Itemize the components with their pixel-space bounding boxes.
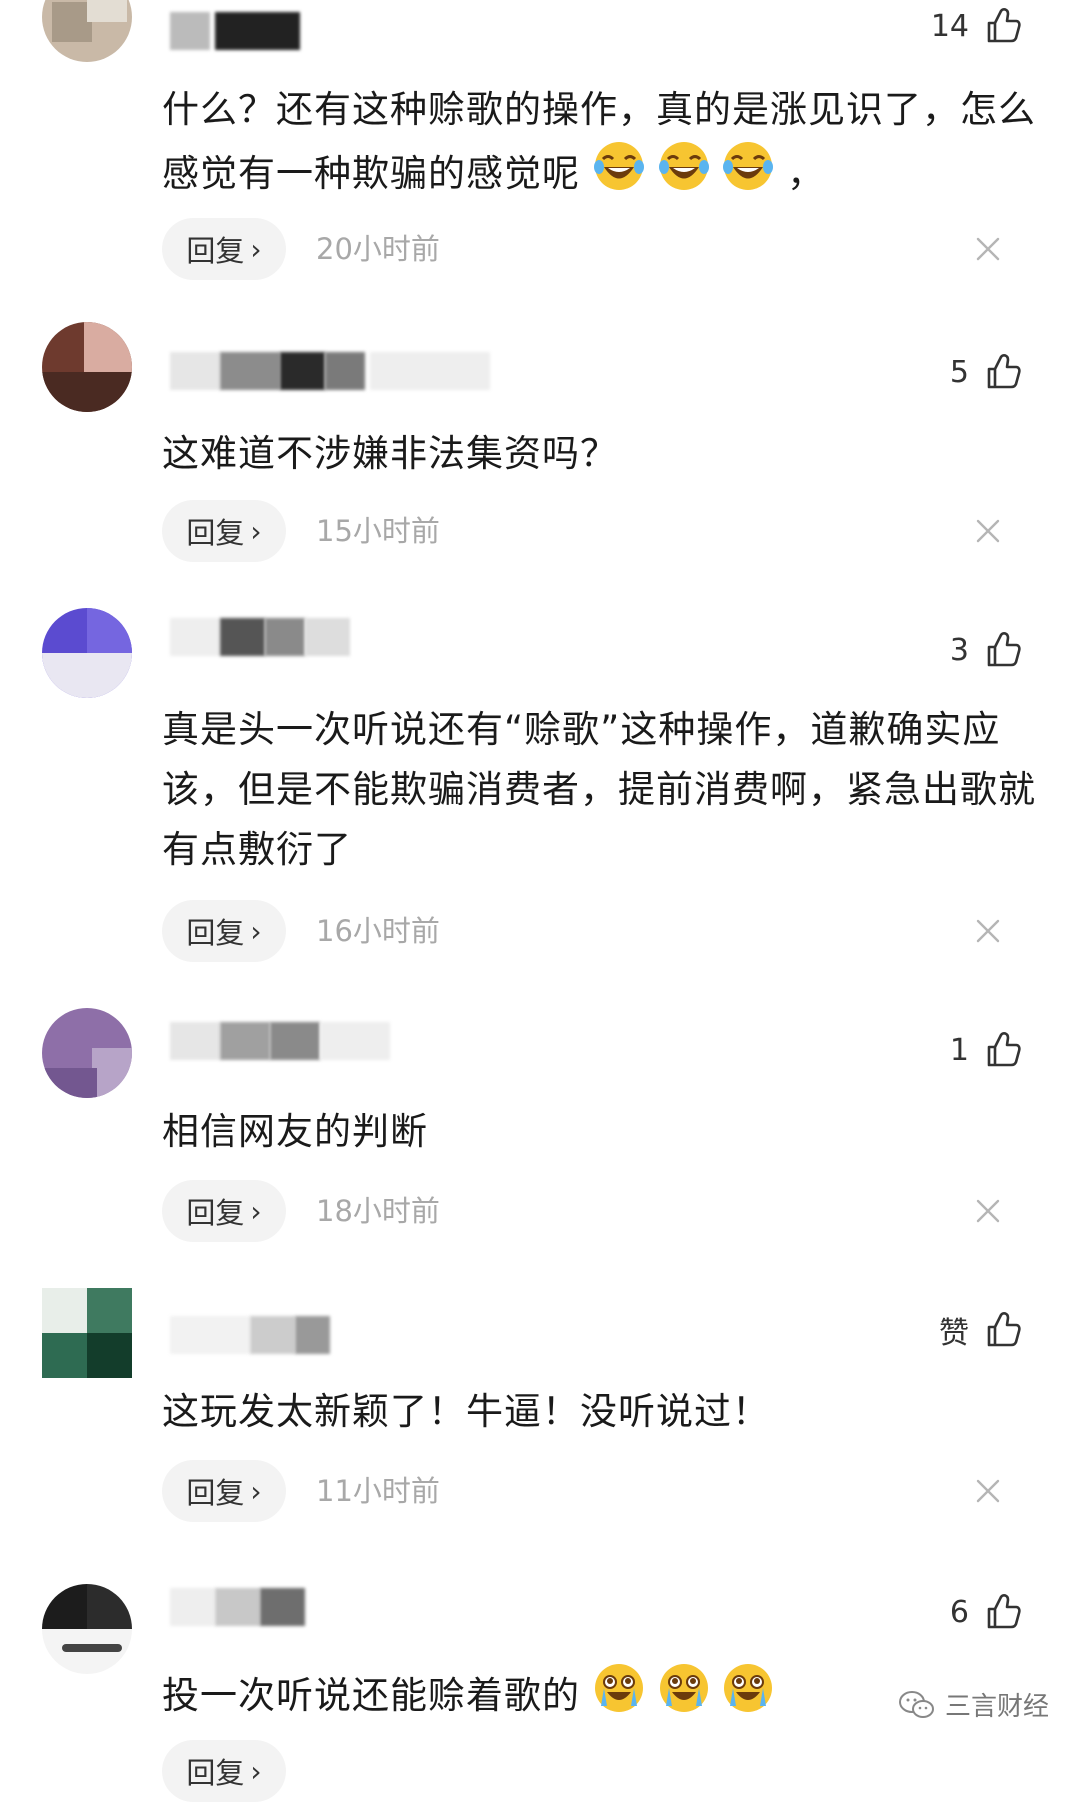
like-count: 5 (949, 354, 969, 390)
thumbs-up-icon (983, 1310, 1023, 1350)
close-icon[interactable] (975, 518, 1001, 544)
username-redacted (170, 1316, 350, 1354)
timestamp: 16小时前 (316, 914, 440, 948)
laugh-cry-emoji-icon (722, 140, 774, 192)
chevron-right-icon: › (250, 1194, 262, 1228)
reply-button[interactable]: 回复 › (162, 1180, 286, 1242)
username-redacted (170, 1022, 390, 1060)
comment-text: 什么？还有这种赊歌的操作，真的是涨见识了，怎么感觉有一种欺骗的感觉呢 ， (162, 88, 1036, 195)
like-button[interactable]: 6 (950, 1590, 1023, 1634)
chevron-right-icon: › (250, 1474, 262, 1508)
close-icon[interactable] (975, 1198, 1001, 1224)
timestamp: 18小时前 (316, 1194, 440, 1228)
crying-emoji-icon (658, 1662, 710, 1714)
chevron-right-icon: › (250, 514, 262, 548)
like-count: 3 (949, 632, 969, 668)
close-icon[interactable] (975, 1478, 1001, 1504)
laugh-cry-emoji-icon (658, 140, 710, 192)
timestamp: 20小时前 (316, 232, 440, 266)
comment-text: 这难道不涉嫌非法集资吗？ (162, 432, 618, 475)
comment-text: 真是头一次听说还有“赊歌”这种操作，道歉确实应该，但是不能欺骗消费者，提前消费啊… (162, 708, 1036, 871)
close-icon[interactable] (975, 918, 1001, 944)
avatar[interactable] (42, 322, 132, 412)
like-count: 1 (949, 1032, 969, 1068)
thumbs-up-icon (983, 1592, 1023, 1632)
username-redacted (170, 618, 350, 656)
avatar[interactable] (42, 1288, 132, 1378)
close-icon[interactable] (975, 236, 1001, 262)
watermark: 三言财经 (898, 1686, 1049, 1723)
timestamp: 15小时前 (316, 514, 440, 548)
chevron-right-icon: › (250, 914, 262, 948)
thumbs-up-icon (983, 352, 1023, 392)
thumbs-up-icon (983, 1030, 1023, 1070)
chevron-right-icon: › (250, 232, 262, 266)
chevron-right-icon: › (250, 1754, 262, 1788)
like-count: 14 (930, 8, 969, 44)
avatar[interactable] (42, 1584, 132, 1674)
avatar[interactable] (42, 608, 132, 698)
thumbs-up-icon (983, 6, 1023, 46)
avatar[interactable] (42, 0, 132, 62)
crying-emoji-icon (593, 1662, 645, 1714)
username-redacted (170, 12, 300, 50)
username-redacted (170, 1588, 310, 1626)
username-redacted (170, 352, 490, 390)
thumbs-up-icon (983, 630, 1023, 670)
reply-button[interactable]: 回复 › (162, 1460, 286, 1522)
watermark-text: 三言财经 (944, 1692, 1049, 1722)
like-button[interactable]: 赞 (939, 1308, 1023, 1352)
reply-button[interactable]: 回复 › (162, 1740, 286, 1802)
like-count: 赞 (939, 1316, 969, 1351)
reply-button[interactable]: 回复 › (162, 900, 286, 962)
like-button[interactable]: 1 (950, 1028, 1023, 1072)
crying-emoji-icon (722, 1662, 774, 1714)
like-button[interactable]: 5 (950, 350, 1023, 394)
like-button[interactable]: 3 (950, 628, 1023, 672)
comment-text: 这玩发太新颖了！牛逼！没听说过！ (162, 1390, 770, 1433)
like-count: 6 (949, 1594, 969, 1630)
reply-button[interactable]: 回复 › (162, 500, 286, 562)
laugh-cry-emoji-icon (593, 140, 645, 192)
avatar[interactable] (42, 1008, 132, 1098)
timestamp: 11小时前 (316, 1474, 440, 1508)
comment-text: 相信网友的判断 (162, 1110, 428, 1153)
reply-button[interactable]: 回复 › (162, 218, 286, 280)
like-button[interactable]: 14 (931, 4, 1023, 48)
wechat-icon (898, 1690, 934, 1718)
